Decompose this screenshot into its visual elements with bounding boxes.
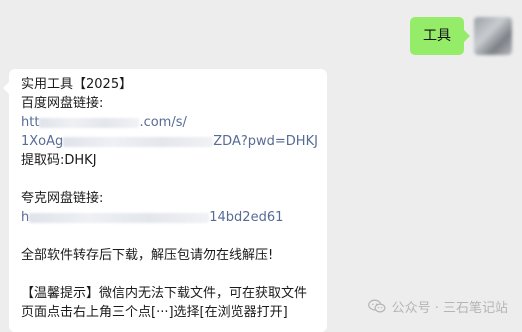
quark-label: 夸克网盘链接: [21, 191, 104, 206]
tip-text: 【温馨提示】微信内无法下载文件，可在获取文件页面点击右上角三个点[···]选择[… [21, 286, 308, 320]
outgoing-message-row: 工具 [410, 17, 512, 55]
baidu-link-line2-end[interactable]: ZDA?pwd=DHKJ [213, 134, 318, 149]
wechat-icon [367, 299, 386, 313]
watermark-text: 公众号 · 三石笔记站 [391, 301, 508, 316]
quark-link-end[interactable]: 14bd2ed61 [209, 210, 283, 225]
quark-link-start[interactable]: h [21, 210, 29, 225]
incoming-message-bubble[interactable]: 实用工具【2025】 百度网盘链接: htt .com/s/ 1XoAg ZDA?p… [3, 69, 327, 332]
baidu-link-line2[interactable]: 1XoAg ZDA?pwd=DHKJ [21, 132, 318, 151]
baidu-link-line1[interactable]: htt .com/s/ [21, 113, 317, 132]
watermark: 公众号 · 三石笔记站 [367, 297, 508, 316]
baidu-link-end[interactable]: .com/s/ [139, 115, 186, 130]
baidu-code: 提取码:DHKJ [21, 153, 97, 168]
quark-link[interactable]: h 14bd2ed61 [21, 208, 317, 227]
blurred-text [29, 212, 210, 223]
blurred-text [39, 117, 140, 128]
message-title: 实用工具【2025】 [21, 77, 133, 92]
baidu-link-line2-start[interactable]: 1XoAg [21, 134, 63, 149]
baidu-label: 百度网盘链接: [21, 96, 104, 111]
avatar[interactable] [474, 17, 512, 55]
incoming-message-row: 实用工具【2025】 百度网盘链接: htt .com/s/ 1XoAg ZDA?p… [3, 69, 327, 332]
outgoing-message-text: 工具 [423, 28, 451, 44]
blurred-text [63, 136, 214, 147]
baidu-link-start[interactable]: htt [21, 115, 39, 130]
notice-text: 全部软件转存后下载，解压包请勿在线解压! [21, 248, 274, 263]
outgoing-message-bubble[interactable]: 工具 [410, 17, 470, 55]
